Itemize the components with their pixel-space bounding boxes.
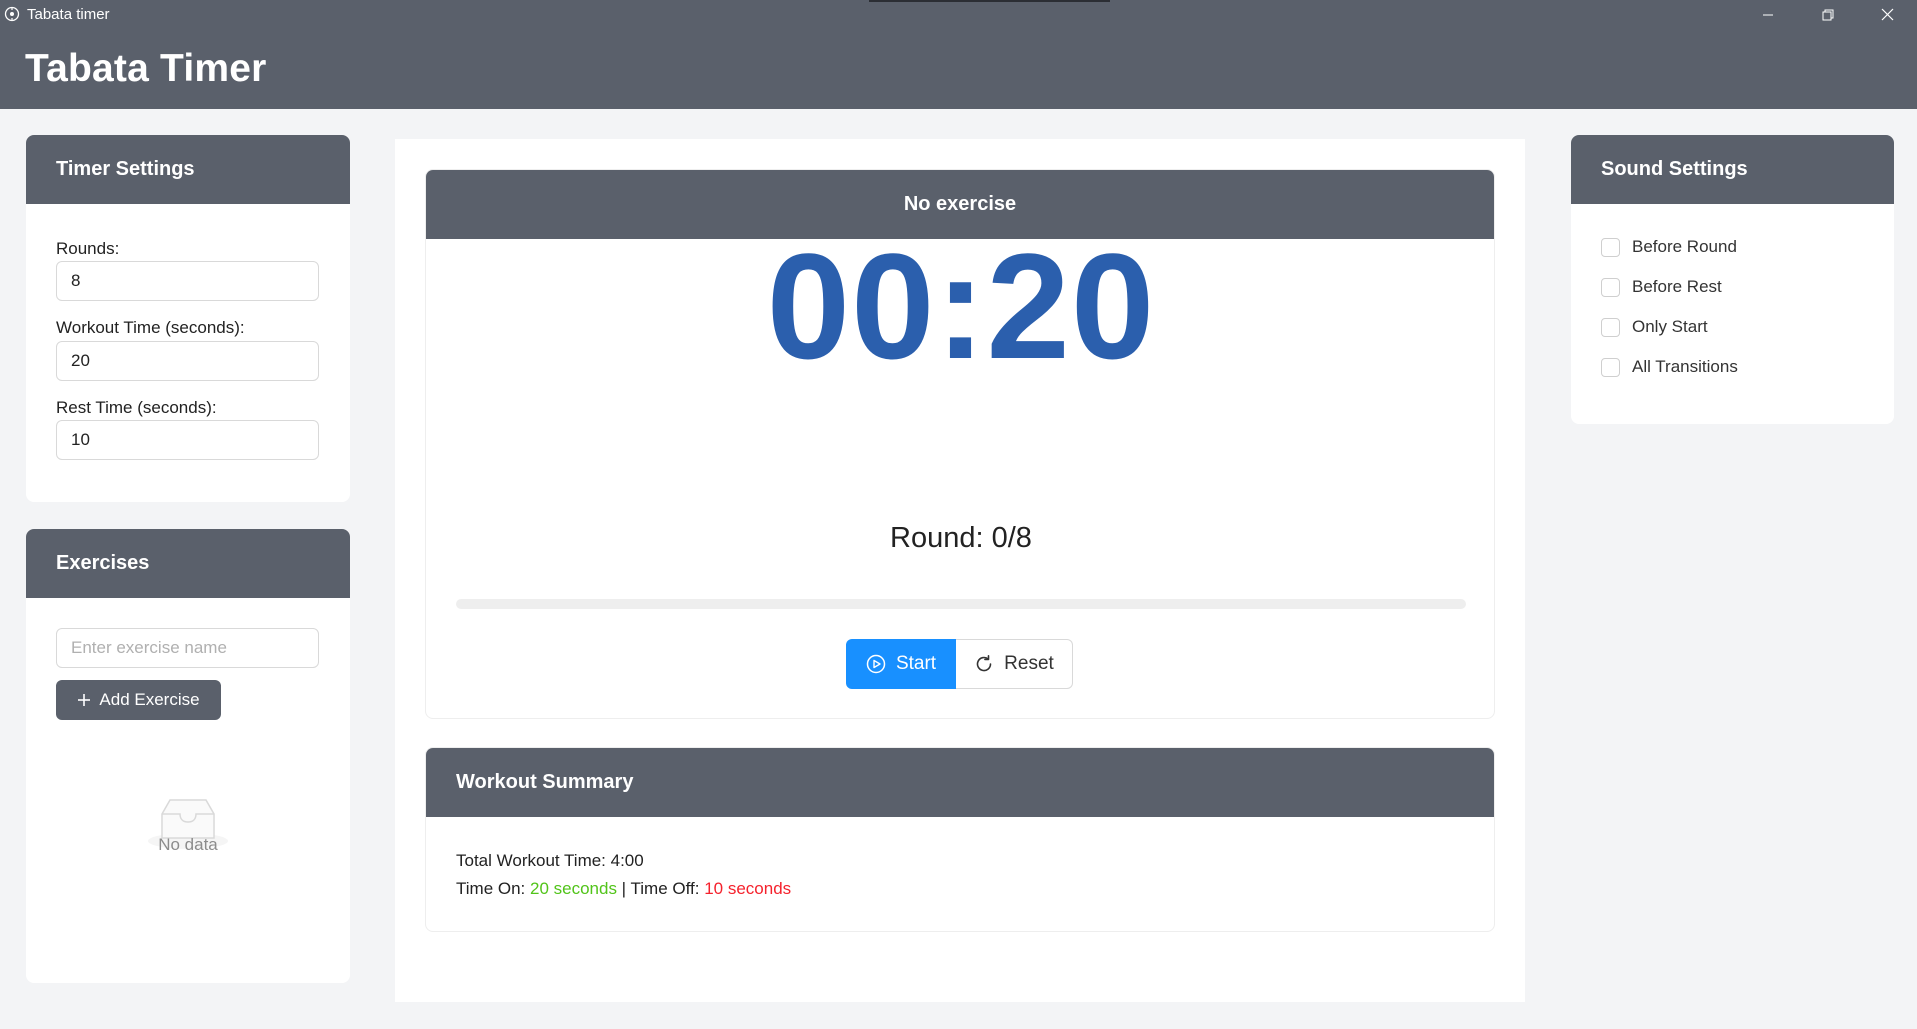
add-exercise-label: Add Exercise [99,690,200,709]
minimize-button[interactable] [1738,0,1798,29]
reload-icon [976,654,992,672]
rest-time-input[interactable] [56,420,319,460]
time-on-value: 20 seconds [530,879,617,898]
close-icon [1881,8,1893,21]
sound-option-before-rest[interactable]: Before Rest [1601,277,1722,297]
close-button[interactable] [1857,0,1917,29]
all-transitions-label: All Transitions [1632,357,1738,376]
workout-time-label: Workout Time (seconds): [56,318,245,337]
sound-settings-card: Sound Settings Before Round Before Rest … [1571,135,1894,424]
app-header: Tabata Timer [0,29,1917,109]
only-start-checkbox[interactable] [1601,317,1620,337]
exercise-name-input[interactable] [56,628,319,668]
reset-button[interactable]: Reset [956,639,1073,689]
workout-summary-title: Workout Summary [426,748,1494,817]
timer-display: 00:20 [766,222,1156,390]
app-icon [4,6,20,22]
rest-time-label: Rest Time (seconds): [56,398,217,417]
reset-label: Reset [1004,653,1054,674]
sound-option-all-transitions[interactable]: All Transitions [1601,357,1738,377]
window-drag-handle[interactable] [869,0,1110,2]
plus-icon [78,694,91,706]
add-exercise-button[interactable]: Add Exercise [56,680,221,720]
before-round-label: Before Round [1632,237,1737,256]
main-panel: No exercise 00:20 Round: 0/8 Start Reset… [395,139,1525,1002]
sound-option-before-round[interactable]: Before Round [1601,237,1737,257]
summary-separator: | [616,879,631,898]
progress-bar [456,599,1466,609]
app-title: Tabata Timer [25,47,267,90]
exercises-card: Exercises Add Exercise No data [26,529,350,983]
round-counter: Round: 0/8 [890,522,1032,554]
timer-controls: Start Reset [846,639,1073,689]
before-rest-checkbox[interactable] [1601,277,1620,297]
window-titlebar: Tabata timer [0,0,1917,29]
restore-icon [1822,9,1834,20]
empty-state-text: No data [158,835,218,854]
time-on-label: Time On: [456,879,530,898]
restore-button[interactable] [1798,0,1858,29]
workout-time-input[interactable] [56,341,319,381]
timer-settings-card: Timer Settings Rounds: Workout Time (sec… [26,135,350,502]
sound-option-only-start[interactable]: Only Start [1601,317,1708,337]
rounds-input[interactable] [56,261,319,301]
window-title: Tabata timer [27,6,110,23]
workout-summary-card: Workout Summary Total Workout Time: 4:00… [425,747,1495,932]
minimize-icon [1763,14,1773,15]
total-workout-time: Total Workout Time: 4:00 [456,851,644,870]
timer-card: No exercise 00:20 Round: 0/8 Start Reset [425,169,1495,719]
time-off-label: Time Off: [630,879,705,898]
start-label: Start [895,653,937,674]
start-button[interactable]: Start [846,639,956,689]
time-on-off-line: Time On: 20 seconds | Time Off: 10 secon… [456,879,791,899]
timer-settings-title: Timer Settings [26,135,350,204]
play-circle-icon [866,654,886,674]
only-start-label: Only Start [1632,317,1708,336]
exercises-title: Exercises [26,529,350,598]
rounds-label: Rounds: [56,239,120,258]
sound-settings-title: Sound Settings [1571,135,1894,204]
before-round-checkbox[interactable] [1601,237,1620,257]
before-rest-label: Before Rest [1632,277,1722,296]
all-transitions-checkbox[interactable] [1601,357,1620,377]
time-off-value: 10 seconds [704,879,792,898]
